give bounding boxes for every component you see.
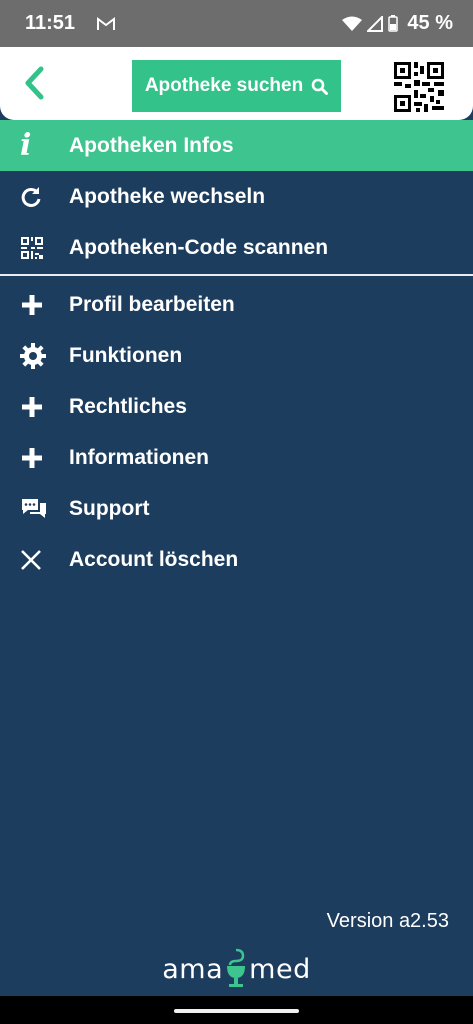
side-menu: i Apotheken Infos Apotheke wechseln Apot…	[0, 120, 473, 585]
menu-item-account-loeschen[interactable]: Account löschen	[0, 534, 473, 585]
brand-logo: ama med	[0, 945, 473, 993]
menu-item-apotheken-infos[interactable]: i Apotheken Infos	[0, 120, 473, 171]
status-icons: 45 %	[342, 12, 453, 35]
version-label: Version a2.53	[326, 910, 449, 932]
plus-icon	[0, 395, 69, 419]
top-bar: Apotheke suchen	[0, 47, 473, 120]
menu-item-label: Support	[69, 496, 150, 520]
qr-code-icon	[0, 236, 69, 260]
menu-item-apotheken-code-scannen[interactable]: Apotheken-Code scannen	[0, 222, 473, 273]
navigation-bar	[0, 996, 473, 1024]
menu-item-label: Apotheken Infos	[69, 133, 234, 157]
chevron-left-icon	[25, 66, 44, 100]
search-pharmacy-label: Apotheke suchen	[144, 75, 304, 96]
menu-item-label: Informationen	[69, 445, 209, 469]
back-button[interactable]	[18, 63, 50, 103]
wifi-icon	[342, 16, 363, 31]
menu-item-label: Account löschen	[69, 547, 239, 571]
status-time: 11:51	[25, 12, 76, 34]
menu-item-rechtliches[interactable]: Rechtliches	[0, 381, 473, 432]
menu-item-funktionen[interactable]: Funktionen	[0, 330, 473, 381]
menu-item-informationen[interactable]: Informationen	[0, 432, 473, 483]
menu-item-label: Funktionen	[69, 343, 183, 367]
close-icon	[0, 549, 69, 571]
plus-icon	[0, 446, 69, 470]
menu-item-label: Profil bearbeiten	[69, 292, 235, 316]
signal-icon	[367, 15, 384, 32]
qr-code-button[interactable]	[392, 60, 446, 114]
menu-item-label: Rechtliches	[69, 394, 187, 418]
pharmacy-snake-icon	[227, 948, 246, 987]
menu-item-support[interactable]: Support	[0, 483, 473, 534]
battery-percent: 45 %	[407, 12, 453, 34]
gear-icon	[0, 342, 69, 369]
refresh-icon	[0, 186, 69, 208]
brand-text-right: med	[249, 953, 311, 985]
chat-icon	[0, 497, 69, 521]
menu-item-profil-bearbeiten[interactable]: Profil bearbeiten	[0, 279, 473, 330]
brand-text-left: ama	[162, 953, 224, 985]
menu-item-label: Apotheken-Code scannen	[69, 235, 329, 259]
menu-item-label: Apotheke wechseln	[69, 184, 266, 208]
search-pharmacy-button[interactable]: Apotheke suchen	[132, 60, 341, 112]
plus-icon	[0, 293, 69, 317]
info-icon: i	[20, 127, 32, 163]
status-bar: 11:51 45 %	[0, 0, 473, 47]
search-icon	[311, 78, 329, 95]
battery-icon	[388, 15, 399, 32]
home-gesture-handle[interactable]	[174, 1009, 299, 1013]
mail-icon	[97, 16, 116, 30]
menu-item-apotheke-wechseln[interactable]: Apotheke wechseln	[0, 171, 473, 222]
